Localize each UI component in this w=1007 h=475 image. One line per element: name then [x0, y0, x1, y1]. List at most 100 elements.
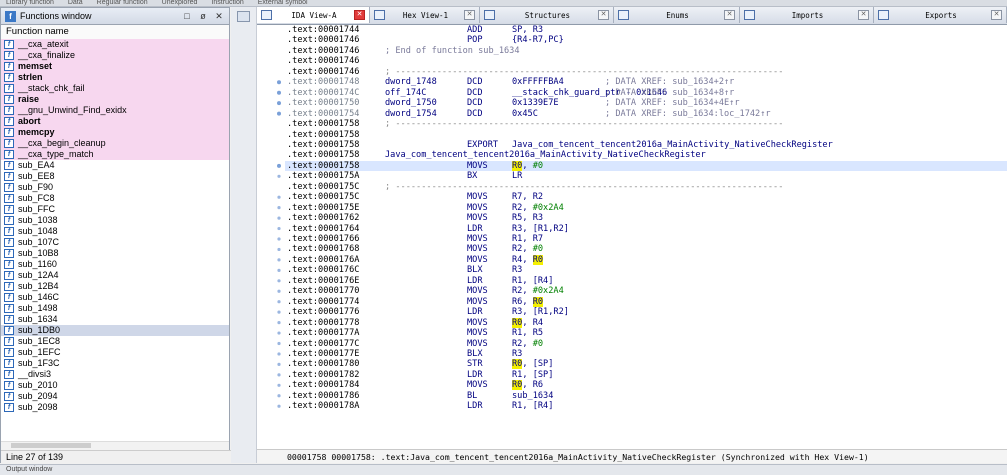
disasm-line[interactable]: .text:00001764 LDR R3, [R1,R2]: [285, 224, 1007, 235]
function-list-item[interactable]: f sub_EE8: [1, 171, 229, 182]
disasm-line[interactable]: .text:00001784 MOVS R0, R6: [285, 380, 1007, 391]
function-list-item[interactable]: f sub_1EC8: [1, 336, 229, 347]
disasm-line[interactable]: .text:0000177E BLX R3: [285, 349, 1007, 360]
disasm-line[interactable]: .text:0000174C off_174C DCD __stack_chk_gua…: [285, 88, 1007, 99]
ida-view-a-disassembly[interactable]: .text:00001744 ADD SP, R3 .text:00001746 POP…: [257, 25, 1007, 449]
disasm-line[interactable]: .text:00001780 STR R0, [SP]: [285, 359, 1007, 370]
function-list-item[interactable]: f sub_2010: [1, 380, 229, 391]
function-list-item[interactable]: f sub_146C: [1, 292, 229, 303]
tab-hex-view-1[interactable]: Hex View-1 ✕: [370, 7, 480, 23]
disasm-line[interactable]: .text:00001774 MOVS R6, R0: [285, 296, 1007, 308]
function-list-item[interactable]: f raise: [1, 94, 229, 105]
tab-close-icon[interactable]: ✕: [354, 10, 365, 20]
disasm-line[interactable]: .text:00001782 LDR R1, [SP]: [285, 370, 1007, 381]
function-list-item[interactable]: f sub_1160: [1, 259, 229, 270]
function-name: sub_1EFC: [18, 347, 61, 357]
operand: R3: [512, 348, 523, 359]
disasm-line[interactable]: .text:00001758 Java_com_tencent_tencent20…: [285, 150, 1007, 161]
function-list-item[interactable]: f sub_12B4: [1, 281, 229, 292]
disasm-line[interactable]: .text:00001758 MOVS R0, #0: [285, 160, 1007, 172]
disasm-line[interactable]: .text:0000175E MOVS R2, #0x2A4: [285, 203, 1007, 214]
disasm-line[interactable]: .text:00001758: [285, 130, 1007, 141]
function-list-item[interactable]: f __cxa_finalize: [1, 50, 229, 61]
disasm-line[interactable]: .text:00001776 LDR R3, [R1,R2]: [285, 307, 1007, 318]
function-list-item[interactable]: f sub_1048: [1, 226, 229, 237]
function-list-item[interactable]: f __cxa_atexit: [1, 39, 229, 50]
function-list-item[interactable]: f sub_1038: [1, 215, 229, 226]
function-list-item[interactable]: f __cxa_type_match: [1, 149, 229, 160]
mnemonic: POP: [467, 35, 483, 46]
scrollbar-thumb[interactable]: [11, 443, 91, 448]
disasm-line[interactable]: .text:00001750 dword_1750 DCD 0x1339E7E ; DA…: [285, 98, 1007, 109]
disasm-line[interactable]: .text:00001746 ; End of function sub_1634: [285, 46, 1007, 57]
disasm-line[interactable]: .text:00001744 ADD SP, R3: [285, 25, 1007, 36]
disasm-line[interactable]: .text:00001746 ; ------------------------…: [285, 67, 1007, 78]
disasm-line[interactable]: .text:00001754 dword_1754 DCD 0x45C ; DATA X…: [285, 109, 1007, 120]
function-list-item[interactable]: f sub_1498: [1, 303, 229, 314]
function-list-item[interactable]: f sub_10B8: [1, 248, 229, 259]
functions-list[interactable]: f __cxa_atexit f __cxa_finalize f memset f strl…: [1, 39, 229, 441]
function-name-column-header[interactable]: Function name: [1, 25, 229, 40]
function-list-item[interactable]: f memset: [1, 61, 229, 72]
function-list-item[interactable]: f __divsi3: [1, 369, 229, 380]
function-list-item[interactable]: f sub_12A4: [1, 270, 229, 281]
function-list-item[interactable]: f sub_FFC: [1, 204, 229, 215]
tab-close-icon[interactable]: ✕: [991, 10, 1002, 20]
disasm-line[interactable]: .text:00001762 MOVS R5, R3: [285, 213, 1007, 224]
disasm-line[interactable]: .text:00001770 MOVS R2, #0x2A4: [285, 286, 1007, 297]
tab-close-icon[interactable]: ✕: [858, 10, 869, 20]
function-list-item[interactable]: f sub_1DB0: [1, 325, 229, 336]
float-icon[interactable]: ø: [197, 11, 209, 21]
function-list-item[interactable]: f sub_1EFC: [1, 347, 229, 358]
disassembly-listing[interactable]: .text:00001744 ADD SP, R3 .text:00001746 POP…: [285, 25, 1007, 449]
function-list-item[interactable]: f __stack_chk_fail: [1, 83, 229, 94]
disasm-line[interactable]: .text:00001758 ; ------------------------…: [285, 119, 1007, 130]
function-list-item[interactable]: f memcpy: [1, 127, 229, 138]
disasm-line[interactable]: .text:00001768 MOVS R2, #0: [285, 244, 1007, 255]
functions-horizontal-scrollbar[interactable]: [1, 441, 229, 450]
disasm-line[interactable]: .text:00001758 EXPORT Java_com_tencent_ten…: [285, 140, 1007, 151]
disasm-line[interactable]: .text:0000176E LDR R1, [R4]: [285, 276, 1007, 287]
function-list-item[interactable]: f sub_1634: [1, 314, 229, 325]
disasm-line[interactable]: .text:0000176C BLX R3: [285, 265, 1007, 276]
function-list-item[interactable]: f __gnu_Unwind_Find_exidx: [1, 105, 229, 116]
disasm-line[interactable]: .text:0000175A BX LR: [285, 171, 1007, 182]
disasm-line[interactable]: .text:0000177C MOVS R2, #0: [285, 339, 1007, 350]
disasm-line[interactable]: .text:00001778 MOVS R0, R4: [285, 317, 1007, 329]
disasm-line[interactable]: .text:00001746 POP {R4-R7,PC}: [285, 35, 1007, 46]
disasm-line[interactable]: .text:0000175C MOVS R7, R2: [285, 192, 1007, 203]
disasm-line[interactable]: .text:00001746: [285, 56, 1007, 67]
function-list-item[interactable]: f strlen: [1, 72, 229, 83]
disasm-line[interactable]: .text:00001786 BL sub_1634: [285, 391, 1007, 402]
disasm-line[interactable]: .text:0000177A MOVS R1, R5: [285, 328, 1007, 339]
tab-exports[interactable]: Exports ✕: [874, 7, 1007, 23]
function-list-item[interactable]: f sub_2098: [1, 402, 229, 413]
function-list-item[interactable]: f sub_107C: [1, 237, 229, 248]
tab-imports[interactable]: Imports ✕: [740, 7, 874, 23]
function-list-item[interactable]: f sub_FC8: [1, 193, 229, 204]
function-list-item[interactable]: f sub_EA4: [1, 160, 229, 171]
disasm-line[interactable]: .text:0000176A MOVS R4, R0: [285, 254, 1007, 266]
disasm-line[interactable]: .text:00001748 dword_1748 DCD 0xFFFFFBA4 ; D…: [285, 77, 1007, 88]
tab-structures[interactable]: Structures ✕: [480, 7, 614, 23]
graph-toggle-icon[interactable]: [237, 11, 250, 22]
restore-icon[interactable]: □: [181, 11, 193, 21]
function-list-item[interactable]: f __cxa_begin_cleanup: [1, 138, 229, 149]
function-list-item[interactable]: f sub_2094: [1, 391, 229, 402]
address: .text:00001744: [287, 25, 360, 35]
function-list-item[interactable]: f sub_F90: [1, 182, 229, 193]
tab-enums[interactable]: Enums ✕: [614, 7, 740, 23]
tab-close-icon[interactable]: ✕: [464, 10, 475, 20]
close-icon[interactable]: ✕: [213, 11, 225, 22]
tab-ida-view-a[interactable]: IDA View-A ✕: [257, 7, 370, 23]
tab-close-icon[interactable]: ✕: [724, 10, 735, 20]
function-name: sub_1F3C: [18, 358, 60, 368]
disasm-line[interactable]: .text:00001766 MOVS R1, R7: [285, 234, 1007, 245]
output-window-tab[interactable]: Output window: [6, 466, 52, 473]
function-name: __stack_chk_fail: [18, 83, 85, 93]
tab-close-icon[interactable]: ✕: [598, 10, 609, 20]
disasm-line[interactable]: .text:0000178A LDR R1, [R4]: [285, 401, 1007, 412]
function-list-item[interactable]: f sub_1F3C: [1, 358, 229, 369]
function-list-item[interactable]: f abort: [1, 116, 229, 127]
disasm-line[interactable]: .text:0000175C ; ------------------------…: [285, 182, 1007, 193]
